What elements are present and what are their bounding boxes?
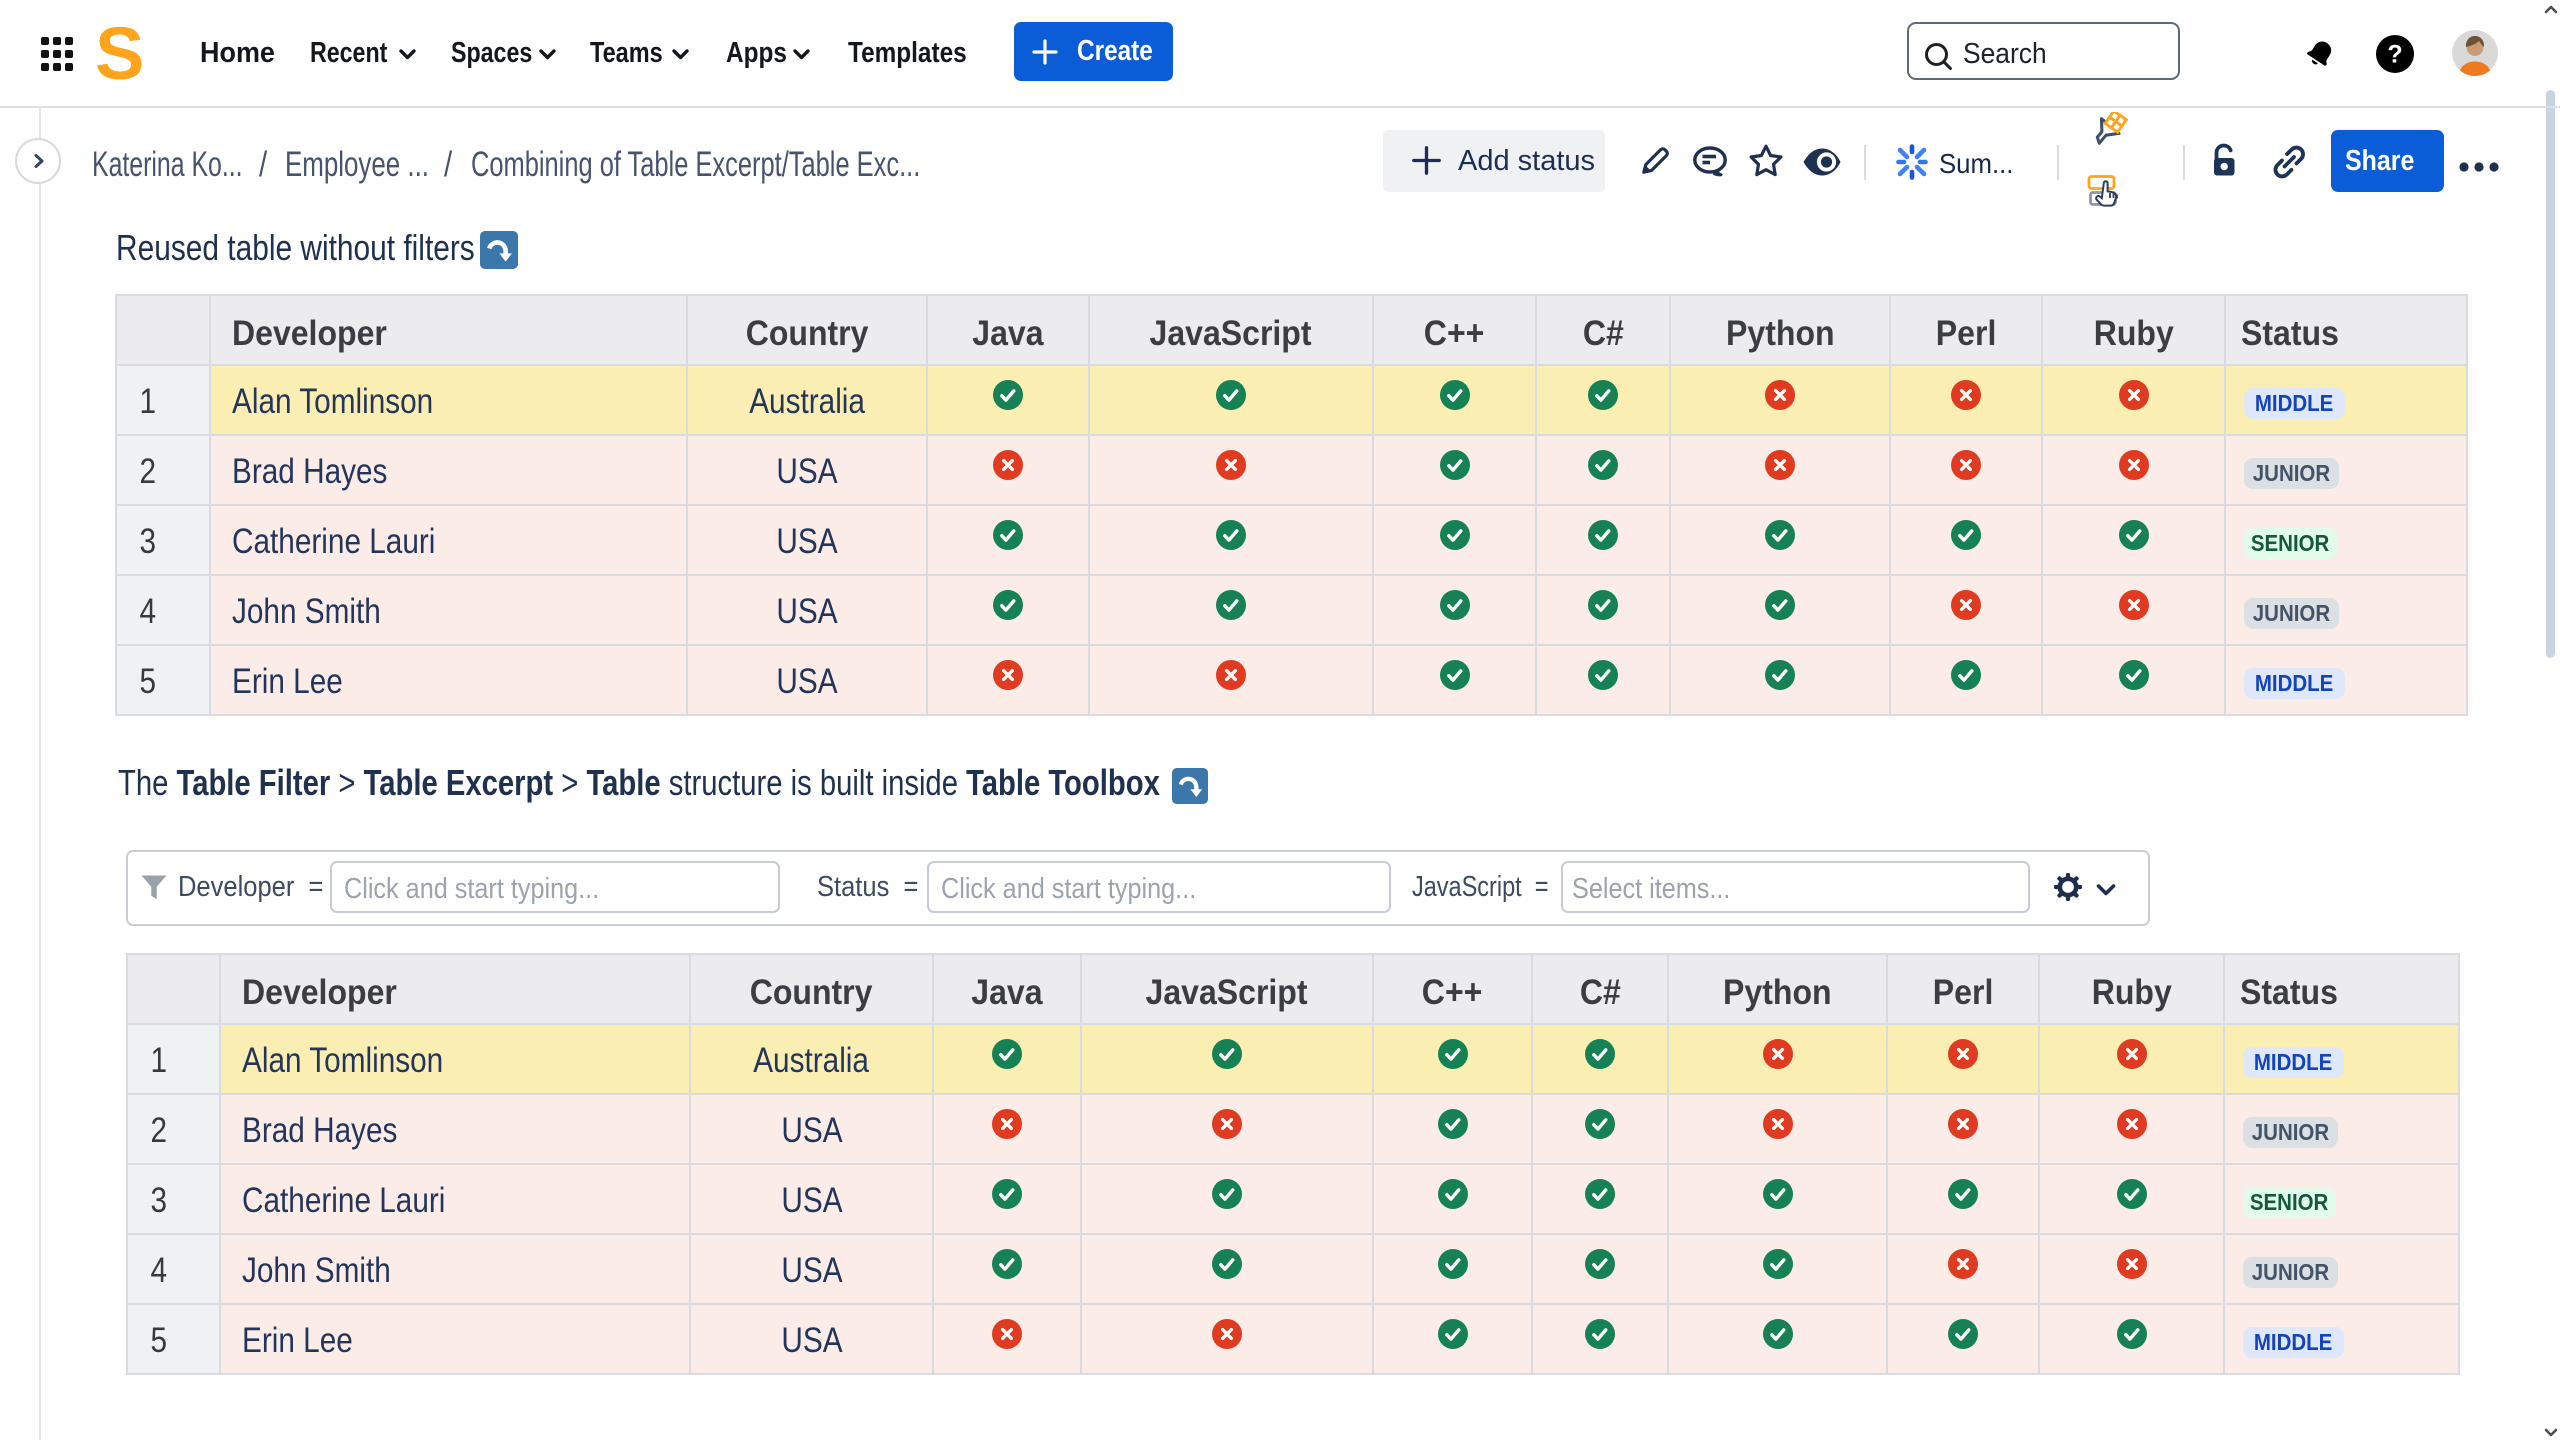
svg-text:?: ? bbox=[2387, 41, 2402, 69]
